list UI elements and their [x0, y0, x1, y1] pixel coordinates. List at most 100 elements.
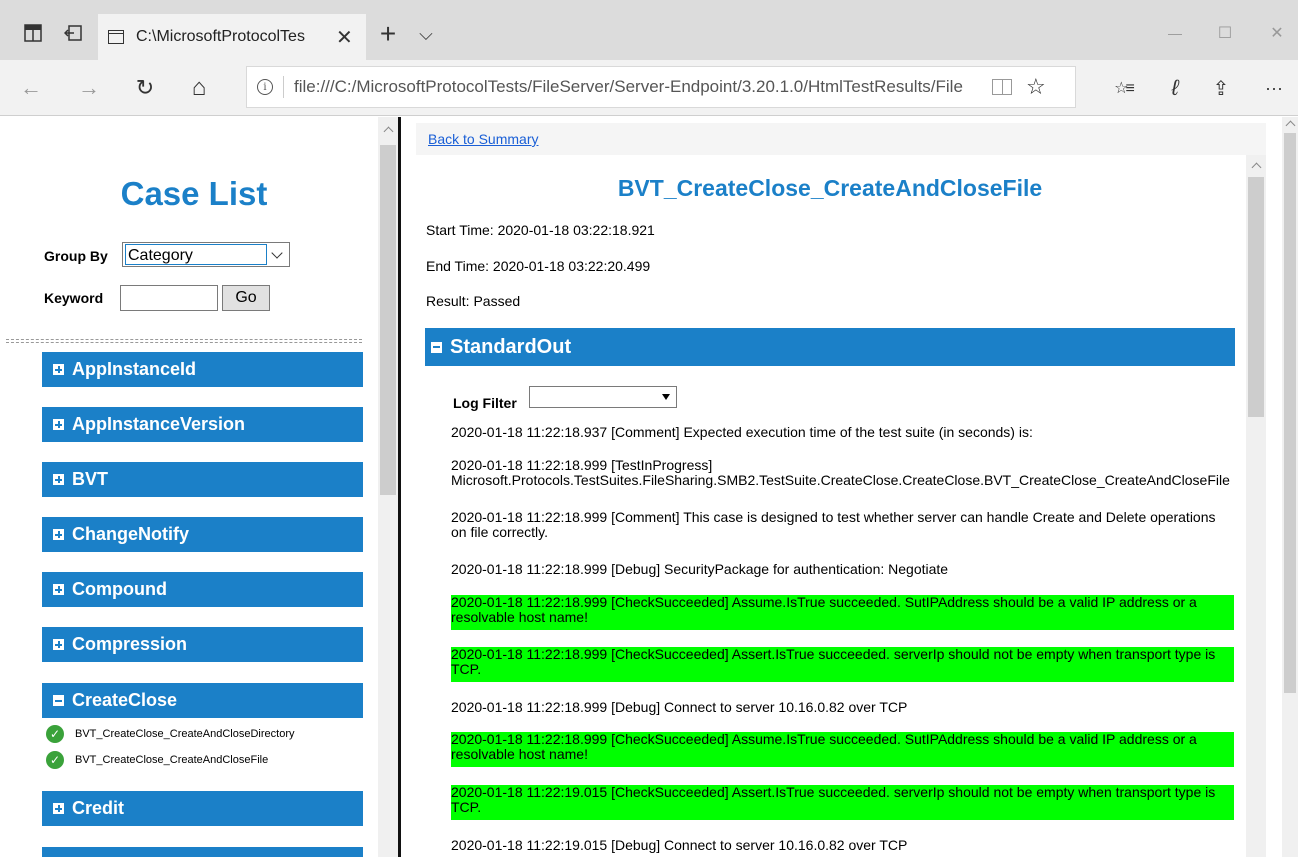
log-entry: 2020-01-18 11:22:18.937 [Comment] Expect…	[451, 425, 1033, 440]
list-divider	[6, 339, 362, 343]
home-icon[interactable]: ⌂	[184, 74, 214, 102]
expand-plus-icon[interactable]	[53, 639, 64, 650]
collapse-minus-icon[interactable]	[53, 695, 64, 706]
category-credit[interactable]: Credit	[42, 791, 363, 826]
tab-close-icon[interactable]: ✕	[336, 25, 353, 50]
category-compound[interactable]: Compound	[42, 572, 363, 607]
log-entry: 2020-01-18 11:22:18.999 [Debug] Connect …	[451, 700, 908, 715]
category-label: Compound	[72, 579, 167, 599]
standard-out-header[interactable]: StandardOut	[425, 328, 1235, 366]
detail-scrollbar[interactable]	[1246, 155, 1266, 857]
forward-arrow-icon[interactable]: →	[74, 74, 104, 102]
case-label[interactable]: BVT_CreateClose_CreateAndCloseDirectory	[75, 728, 294, 740]
category-next-partial[interactable]	[42, 847, 363, 857]
new-tab-button[interactable]: +	[374, 18, 402, 49]
page-content: Case List Group By Category Keyword Go A…	[0, 117, 1298, 857]
refresh-icon[interactable]: ↻	[130, 74, 160, 102]
active-tab[interactable]: C:\MicrosoftProtocolTes ✕	[98, 14, 366, 60]
scroll-thumb[interactable]	[1248, 177, 1264, 417]
frame-divider[interactable]	[398, 117, 401, 857]
keyword-label: Keyword	[44, 290, 104, 306]
result: Result: Passed	[426, 293, 521, 309]
case-list-frame: Case List Group By Category Keyword Go A…	[0, 117, 398, 857]
share-icon[interactable]: ⇪	[1206, 74, 1236, 102]
category-label: AppInstanceVersion	[72, 414, 246, 434]
detail-frame: Back to Summary BVT_CreateClose_CreateAn…	[416, 123, 1266, 857]
group-by-select[interactable]: Category	[122, 242, 290, 267]
url-separator	[283, 76, 284, 98]
favorite-star-icon[interactable]: ☆	[1026, 74, 1046, 100]
log-entry: 2020-01-18 11:22:18.999 [Comment] This c…	[451, 510, 1216, 540]
log-entry: 2020-01-18 11:22:18.999 [TestInProgress]	[451, 458, 713, 473]
url-text[interactable]: file:///C:/MicrosoftProtocolTests/FileSe…	[294, 77, 984, 97]
log-entry: 2020-01-18 11:22:19.015 [Debug] Connect …	[451, 838, 908, 853]
reading-view-icon[interactable]	[992, 79, 1012, 95]
expand-plus-icon[interactable]	[53, 474, 64, 485]
expand-plus-icon[interactable]	[53, 803, 64, 814]
case-label[interactable]: BVT_CreateClose_CreateAndCloseFile	[75, 754, 268, 766]
test-detail-panel: BVT_CreateClose_CreateAndCloseFile Start…	[416, 155, 1266, 857]
set-tabs-aside-icon[interactable]	[60, 22, 86, 44]
log-entry: 2020-01-18 11:22:18.999 [Debug] Security…	[451, 562, 949, 577]
category-label: ChangeNotify	[72, 524, 189, 544]
collapse-minus-icon[interactable]	[431, 341, 442, 353]
more-options-icon[interactable]: ···	[1256, 74, 1292, 102]
log-entry-check-succeeded: 2020-01-18 11:22:18.999 [CheckSucceeded]…	[451, 732, 1234, 767]
category-label: Credit	[72, 798, 125, 818]
address-field[interactable]: i file:///C:/MicrosoftProtocolTests/File…	[246, 66, 1076, 108]
maximize-button[interactable]: ☐	[1210, 20, 1240, 46]
browser-address-bar: ← → ↻ ⌂ i file:///C:/MicrosoftProtocolTe…	[0, 60, 1298, 116]
keyword-input[interactable]	[120, 285, 218, 311]
expand-plus-icon[interactable]	[53, 419, 64, 430]
case-list-title: Case List	[120, 175, 268, 212]
tab-preview-chevron-icon[interactable]: ⌵	[412, 20, 440, 48]
expand-plus-icon[interactable]	[53, 364, 64, 375]
category-label: AppInstanceId	[72, 359, 197, 379]
check-passed-icon: ✓	[46, 725, 64, 743]
expand-plus-icon[interactable]	[53, 584, 64, 595]
tab-title: C:\MicrosoftProtocolTes	[136, 28, 305, 45]
case-item[interactable]: ✓ BVT_CreateClose_CreateAndCloseFile	[46, 750, 268, 770]
back-arrow-icon[interactable]: ←	[16, 74, 46, 102]
category-appinstanceid[interactable]: AppInstanceId	[42, 352, 363, 387]
test-case-title: BVT_CreateClose_CreateAndCloseFile	[617, 175, 1043, 201]
page-icon	[108, 30, 124, 44]
log-entry-continuation: Microsoft.Protocols.TestSuites.FileShari…	[451, 473, 1230, 488]
scroll-thumb[interactable]	[380, 145, 396, 495]
favorites-list-icon[interactable]: ☆≡	[1106, 74, 1140, 102]
tab-actions-icon[interactable]	[20, 22, 46, 44]
section-title: StandardOut	[450, 335, 572, 358]
case-item[interactable]: ✓ BVT_CreateClose_CreateAndCloseDirector…	[46, 724, 294, 744]
expand-plus-icon[interactable]	[53, 529, 64, 540]
scroll-up-icon[interactable]	[1284, 117, 1296, 129]
scroll-up-icon[interactable]	[1250, 159, 1262, 171]
category-createclose[interactable]: CreateClose	[42, 683, 363, 718]
dropdown-arrow-icon[interactable]	[662, 394, 670, 400]
browser-tab-bar: C:\MicrosoftProtocolTes ✕ + ⌵ — ☐ ✕	[0, 0, 1298, 60]
back-to-summary-link[interactable]: Back to Summary	[428, 131, 538, 147]
log-filter-select[interactable]	[529, 386, 677, 408]
category-compression[interactable]: Compression	[42, 627, 363, 662]
log-entry-check-succeeded: 2020-01-18 11:22:18.999 [CheckSucceeded]…	[451, 647, 1234, 682]
pen-icon[interactable]: ℓ	[1160, 74, 1190, 102]
category-appinstanceversion[interactable]: AppInstanceVersion	[42, 407, 363, 442]
check-passed-icon: ✓	[46, 751, 64, 769]
page-scrollbar[interactable]	[1282, 117, 1298, 857]
log-filter-label: Log Filter	[453, 395, 517, 411]
minimize-button[interactable]: —	[1160, 20, 1190, 46]
left-scrollbar[interactable]	[378, 117, 398, 857]
scroll-up-icon[interactable]	[382, 123, 394, 135]
category-changenotify[interactable]: ChangeNotify	[42, 517, 363, 552]
log-entry-check-succeeded: 2020-01-18 11:22:18.999 [CheckSucceeded]…	[451, 595, 1234, 630]
go-button[interactable]: Go	[222, 285, 270, 311]
category-label: Compression	[72, 634, 188, 654]
group-by-label: Group By	[44, 248, 108, 264]
close-window-button[interactable]: ✕	[1262, 20, 1292, 46]
category-label: CreateClose	[72, 690, 178, 710]
category-bvt[interactable]: BVT	[42, 462, 363, 497]
info-icon[interactable]: i	[257, 79, 273, 95]
end-time: End Time: 2020-01-18 03:22:20.499	[426, 258, 651, 274]
chevron-down-icon[interactable]	[267, 243, 287, 266]
start-time: Start Time: 2020-01-18 03:22:18.921	[426, 222, 655, 238]
scroll-thumb[interactable]	[1284, 133, 1296, 693]
